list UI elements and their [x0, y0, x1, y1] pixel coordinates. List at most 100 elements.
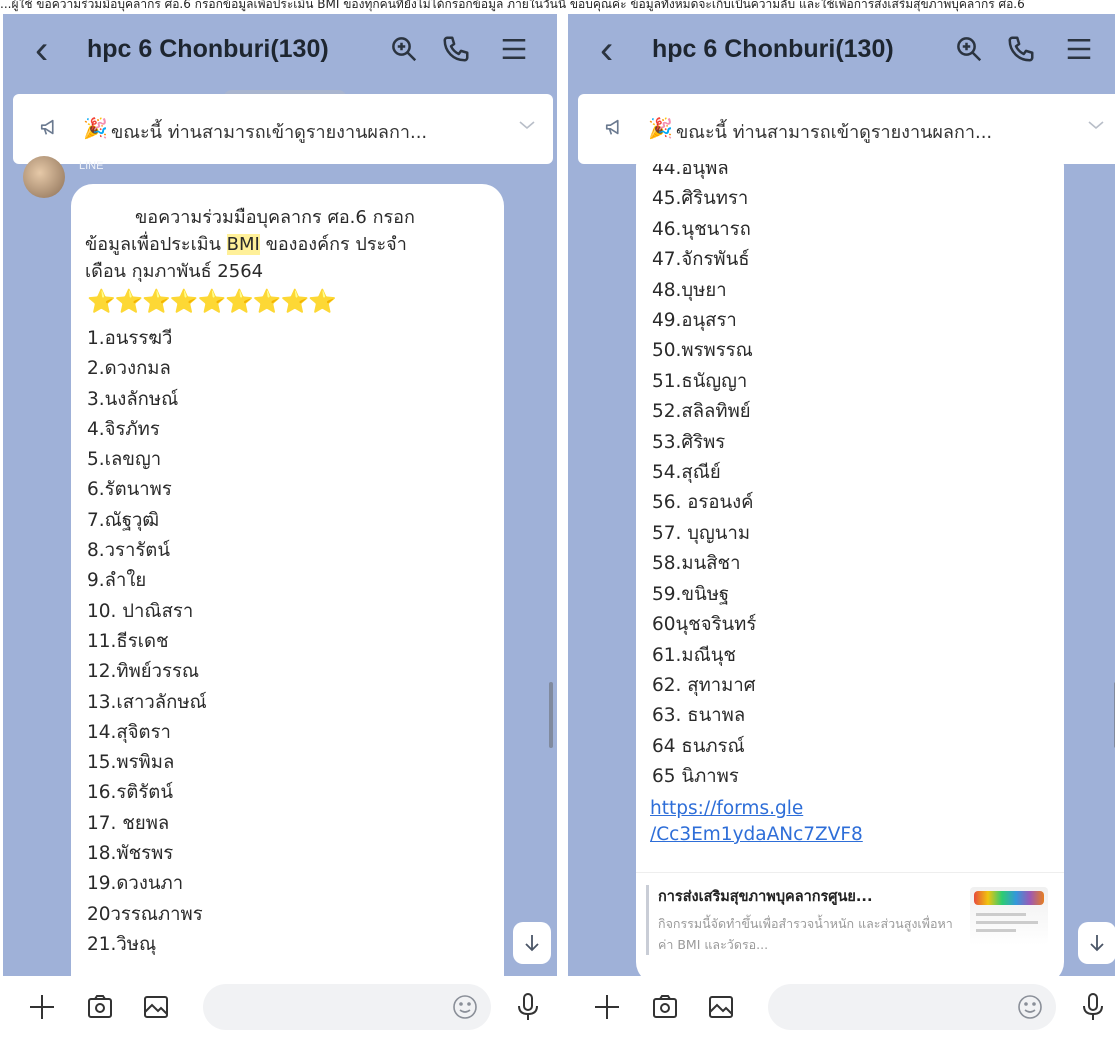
announcement-banner[interactable]: 🎉 ขณะนี้ ท่านสามารถเข้าดูรายงานผลกา...	[13, 94, 553, 164]
search-button[interactable]	[952, 32, 986, 66]
avatar[interactable]	[23, 156, 65, 198]
menu-icon	[502, 39, 526, 59]
camera-icon	[653, 995, 677, 1018]
voice-button[interactable]	[1076, 990, 1110, 1024]
image-icon	[144, 996, 168, 1018]
highlight-bmi: BMI	[226, 234, 260, 255]
name-list: 1.อนรรฆวี 2.ดวงกมล 3.นงลักษณ์ 4.จิรภัทร 5.เล…	[87, 324, 207, 960]
list-item: 13.เสาวลักษณ์	[87, 691, 207, 713]
sender-name: LINE	[79, 160, 104, 172]
arrow-down-icon	[525, 935, 539, 952]
back-button[interactable]: ‹	[600, 28, 613, 72]
chevron-left-icon: ‹	[600, 28, 614, 72]
intro-line-3: เดือน กุมภาพันธ์ 2564	[85, 261, 264, 282]
card-description: กิจกรรมนี้จัดทำขึ้นเพื่อสำรวจน้ำหนัก และ…	[658, 916, 953, 952]
announcement-text: ขณะนี้ ท่านสามารถเข้าดูรายงานผลกา...	[111, 122, 428, 143]
chevron-down-icon[interactable]	[517, 118, 537, 132]
party-emoji: 🎉	[83, 118, 108, 140]
list-item: 51.ธนัญญา	[652, 370, 748, 392]
message-bubble[interactable]: ขอความร่วมมือบุคลากร ศอ.6 กรอก ข้อมูลเพื…	[71, 184, 504, 1004]
arrow-down-icon	[1090, 935, 1104, 952]
card-title: การส่งเสริมสุขภาพบุคลากรศูนย...	[658, 889, 873, 905]
back-button[interactable]: ‹	[35, 28, 48, 72]
menu-button[interactable]	[497, 32, 531, 66]
list-item: 5.เลขญา	[87, 449, 162, 471]
link-line-1[interactable]: https://forms.gle	[650, 798, 803, 819]
call-button[interactable]	[439, 32, 473, 66]
list-item: 64 ธนภรณ์	[652, 735, 745, 757]
chat-title: hpc 6 Chonburi(130)	[87, 35, 329, 63]
scroll-to-bottom-button[interactable]	[1078, 922, 1115, 964]
message-bubble[interactable]: 44.อนุพล 45.ศิรินทรา 46.นุชนารถ 47.จักรพันธ…	[636, 144, 1064, 984]
add-button[interactable]	[590, 990, 624, 1024]
party-emoji: 🎉	[648, 118, 673, 140]
emoji-icon[interactable]	[1016, 993, 1044, 1021]
link-preview-card[interactable]: การส่งเสริมสุขภาพบุคลากรศูนย... กิจกรรมน…	[636, 872, 1064, 985]
search-button[interactable]	[387, 32, 421, 66]
chat-header: ‹ hpc 6 Chonburi(130)	[3, 14, 557, 94]
chat-panel-right: ‹ hpc 6 Chonburi(130) 44.อนุพล 45.ศิรินทร…	[568, 14, 1115, 1039]
list-item: 14.สุจิตรา	[87, 721, 171, 743]
phone-icon	[1008, 36, 1034, 62]
list-item: 59.ขนิษฐ	[652, 583, 730, 605]
intro-line-2a: ข้อมูลเพื่อประเมิน	[85, 234, 227, 255]
microphone-icon	[518, 993, 538, 1020]
list-item: 53.ศิริพร	[652, 431, 726, 453]
chat-title: hpc 6 Chonburi(130)	[652, 35, 894, 63]
gallery-button[interactable]	[704, 990, 738, 1024]
list-item: 63. ธนาพล	[652, 705, 746, 727]
form-link[interactable]: https://forms.gle /Cc3Em1ydaANc7ZVF8	[650, 796, 863, 848]
scroll-to-bottom-button[interactable]	[513, 922, 551, 964]
list-item: 45.ศิรินทรา	[652, 188, 749, 210]
menu-icon	[1067, 39, 1091, 59]
list-item: 48.บุษยา	[652, 279, 727, 301]
list-item: 8.วรารัตน์	[87, 540, 170, 562]
list-item: 56. อรอนงค์	[652, 492, 754, 514]
list-item: 50.พรพรรณ	[652, 340, 753, 362]
link-line-2[interactable]: /Cc3Em1ydaANc7ZVF8	[650, 824, 863, 845]
announcement-banner[interactable]: 🎉 ขณะนี้ ท่านสามารถเข้าดูรายงานผลกา...	[578, 94, 1115, 164]
chevron-down-icon[interactable]	[1086, 118, 1106, 132]
emoji-icon[interactable]	[451, 993, 479, 1021]
message-input[interactable]	[203, 984, 491, 1030]
list-item: 65 นิภาพร	[652, 766, 739, 788]
list-item: 47.จักรพันธ์	[652, 249, 750, 271]
camera-button[interactable]	[83, 990, 117, 1024]
list-item: 19.ดวงนภา	[87, 873, 184, 895]
list-item: 17. ชยพล	[87, 812, 170, 834]
stars-row: ⭐⭐⭐⭐⭐⭐⭐⭐⭐	[87, 289, 337, 315]
phone-icon	[443, 36, 469, 62]
message-input[interactable]	[768, 984, 1056, 1030]
camera-icon	[88, 995, 112, 1018]
list-item: 1.อนรรฆวี	[87, 328, 173, 349]
camera-button[interactable]	[648, 990, 682, 1024]
call-button[interactable]	[1004, 32, 1038, 66]
list-item: 58.มนสิชา	[652, 553, 741, 575]
list-item: 62. สุทามาศ	[652, 674, 756, 696]
list-item: 52.สลิลทิพย์	[652, 401, 751, 423]
list-item: 16.รติรัตน์	[87, 782, 173, 804]
intro-line-1: ขอความร่วมมือบุคลากร ศอ.6 กรอก	[135, 207, 415, 228]
list-item: 9.ลำใย	[87, 570, 147, 592]
image-icon	[709, 996, 733, 1018]
add-button[interactable]	[25, 990, 59, 1024]
input-bar	[568, 976, 1115, 1039]
chat-panel-left: ‹ hpc 6 Chonburi(130) ศ. 24 ก.พ. 🎉 ขณะนี…	[3, 14, 557, 1039]
list-item: 4.จิรภัทร	[87, 418, 160, 440]
list-item: 11.ธีรเดช	[87, 630, 169, 652]
card-thumbnail	[970, 887, 1048, 945]
search-icon	[392, 37, 417, 62]
scrollbar[interactable]	[549, 682, 553, 748]
list-item: 18.พัชรพร	[87, 843, 174, 865]
list-item: 15.พรพิมล	[87, 752, 175, 774]
chevron-left-icon: ‹	[35, 28, 49, 72]
list-item: 6.รัตนาพร	[87, 479, 172, 501]
gallery-button[interactable]	[139, 990, 173, 1024]
plus-icon	[595, 995, 619, 1019]
voice-button[interactable]	[511, 990, 545, 1024]
input-bar	[3, 976, 557, 1039]
menu-button[interactable]	[1062, 32, 1096, 66]
list-item: 7.ณัฐวุฒิ	[87, 509, 160, 531]
top-strip: ...ผู้ใช้ ขอความร่วมมือบุคลากร ศอ.6 กรอก…	[0, 0, 1115, 14]
list-item: 21.วิษณุ	[87, 933, 157, 955]
